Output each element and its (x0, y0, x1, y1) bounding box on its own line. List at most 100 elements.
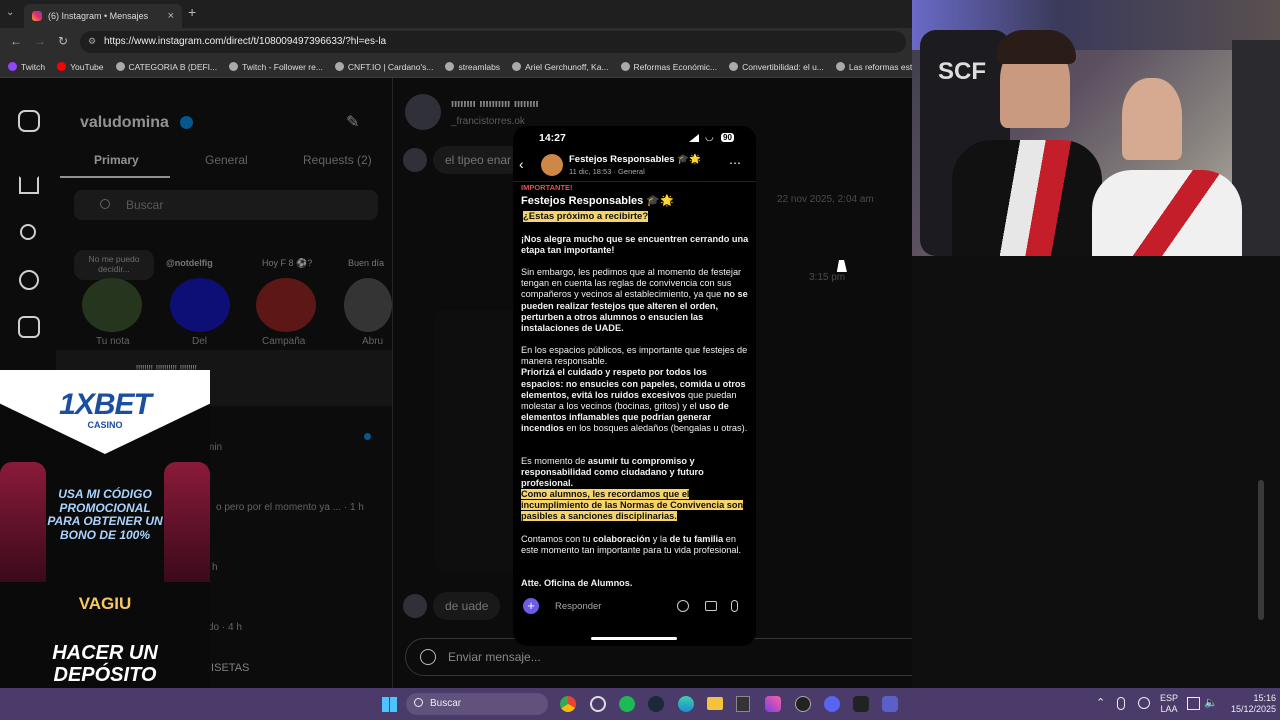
bookmark-favicon-icon (8, 62, 17, 71)
app-icon[interactable] (736, 696, 750, 712)
microphone-icon[interactable] (1117, 697, 1125, 710)
bookmark-item[interactable]: streamlabs (445, 62, 500, 72)
avatar (403, 148, 427, 172)
taskbar-search[interactable]: Buscar (406, 693, 548, 715)
language-indicator[interactable]: ESP LAA (1160, 693, 1178, 715)
tab-general[interactable]: General (205, 153, 248, 167)
note-label: Abru (362, 336, 384, 347)
meta-icon[interactable] (853, 696, 869, 712)
bookmark-favicon-icon (620, 62, 630, 71)
paragraph-3: En los espacios públicos, es importante … (521, 345, 748, 434)
account-name[interactable]: valudomina (80, 114, 169, 132)
chat-title[interactable]: ꞋꞋꞋꞋꞋꞋꞋꞋ ꞋꞋꞋꞋꞋꞋꞋꞋꞋꞋ ꞋꞋꞋꞋꞋꞋꞋꞋ (451, 98, 539, 113)
shared-image-thumbnail[interactable] (435, 310, 517, 572)
river-plate-jersey (1092, 170, 1242, 256)
edge-icon[interactable] (678, 696, 694, 712)
chat-subtitle: _francistorres.ok (451, 116, 525, 127)
instagram-favicon-icon (32, 11, 42, 21)
bookmark-favicon-icon (115, 62, 125, 71)
note-bubble: Buen día (348, 258, 385, 268)
ad-cta: HACER UN DEPÓSITO (52, 642, 158, 686)
windows-start-icon[interactable] (382, 697, 397, 712)
bookmark-item[interactable]: Convertibilidad: el u... (729, 62, 824, 72)
avatar[interactable] (256, 278, 316, 332)
app-icon[interactable] (765, 696, 781, 712)
scrollbar[interactable] (1258, 480, 1264, 620)
tab-primary[interactable]: Primary (94, 153, 139, 167)
wifi-icon: ◡ (705, 132, 714, 143)
reload-icon[interactable]: ↻ (58, 34, 68, 48)
steam-icon[interactable] (648, 696, 664, 712)
bookmark-label: CATEGORIA B (DEFI... (128, 61, 218, 72)
message-timestamp: 3:15 pm (809, 272, 846, 283)
bookmark-item[interactable]: Las reformas estruct... (835, 62, 912, 72)
avatar[interactable] (170, 278, 230, 332)
slot-machine-left (0, 462, 46, 582)
battery-indicator: 90 (721, 133, 734, 142)
post-heading: Festejos Responsables 🎓🌟 (521, 195, 674, 207)
bookmark-item[interactable]: Ariel Gerchunoff, Ka... (512, 62, 609, 72)
bookmark-item[interactable]: Reformas Económic... (620, 61, 718, 72)
bookmark-item[interactable]: Twitch (8, 62, 45, 72)
app-icon[interactable] (590, 696, 606, 712)
emoji-icon[interactable] (420, 649, 436, 665)
search-icon[interactable] (20, 224, 36, 240)
obs-icon[interactable] (795, 696, 811, 712)
tab-requests[interactable]: Requests (2) (303, 153, 372, 167)
clock[interactable]: 15:16 15/12/2025 (1224, 693, 1276, 715)
avatar[interactable] (82, 278, 142, 332)
paragraph-5: Como alumnos, les recordamos que el incu… (521, 489, 744, 522)
bookmark-label: streamlabs (458, 61, 501, 72)
bookmark-item[interactable]: Twitch - Follower re... (229, 62, 323, 72)
url-text: https://www.instagram.com/direct/t/10800… (104, 36, 387, 47)
ad-brand: 1XBET (59, 388, 152, 421)
bookmark-item[interactable]: CATEGORIA B (DEFI... (115, 61, 218, 72)
address-bar[interactable]: ⚙ https://www.instagram.com/direct/t/108… (80, 31, 906, 53)
bookmark-label: Reformas Económic... (633, 61, 718, 72)
compose-icon[interactable]: ✎ (346, 112, 359, 132)
back-icon[interactable]: ← (10, 34, 22, 48)
microphone-icon (731, 600, 738, 612)
ad-promo-text: USA MI CÓDIGO PROMOCIONAL PARA OBTENER U… (47, 487, 163, 542)
home-icon[interactable] (19, 176, 39, 194)
bookmark-item[interactable]: CNFT.IO | Cardano's... (334, 62, 433, 72)
reels-icon[interactable] (18, 316, 40, 338)
message-bubble[interactable]: el tipeo enar (433, 146, 524, 174)
discord-icon[interactable] (824, 696, 840, 712)
chrome-icon[interactable] (560, 696, 576, 712)
network-icon[interactable] (1187, 697, 1200, 710)
note-label: Campaña (262, 336, 306, 347)
avatar[interactable] (344, 278, 392, 332)
forward-icon[interactable]: → (34, 34, 46, 48)
note-label: Tu nota (96, 336, 130, 347)
search-input[interactable]: Buscar (74, 190, 378, 220)
teams-icon[interactable] (882, 696, 898, 712)
tray-chevron-icon[interactable]: ⌃ (1096, 696, 1105, 709)
phone-screenshot[interactable]: 14:27 ◡ 90 ‹ Festejos Responsables 🎓🌟 11… (513, 126, 756, 646)
bookmark-item[interactable]: YouTube (57, 62, 104, 72)
person-face (1122, 78, 1182, 160)
message-bubble[interactable]: de uade (433, 592, 501, 620)
browser-tab-instagram[interactable]: (6) Instagram • Mensajes × (24, 4, 182, 28)
reply-placeholder: Responder (555, 601, 602, 612)
avatar[interactable] (405, 94, 441, 130)
file-explorer-icon[interactable] (707, 697, 723, 710)
volume-icon[interactable]: 🔈 (1204, 696, 1218, 709)
signal-icon (689, 134, 699, 142)
group-name: Festejos Responsables 🎓🌟 (569, 154, 701, 165)
spotify-icon[interactable] (619, 696, 635, 712)
bookmark-favicon-icon (729, 62, 739, 71)
emoji-icon (677, 600, 689, 612)
site-info-icon[interactable]: ⚙ (88, 36, 96, 47)
tab-list-chevron-icon[interactable]: ⌄ (6, 7, 14, 18)
note-bubble: Hoy F 8 ⚽? (262, 258, 313, 268)
more-options-icon: ⋯ (729, 156, 741, 170)
search-icon (414, 698, 423, 707)
close-tab-icon[interactable]: × (168, 10, 174, 22)
new-tab-icon[interactable]: + (188, 4, 196, 20)
bookmark-favicon-icon (229, 62, 239, 71)
paragraph-1: ¡Nos alegra mucho que se encuentren cerr… (521, 234, 749, 256)
explore-icon[interactable] (19, 270, 39, 290)
tray-icon[interactable] (1138, 697, 1150, 709)
instagram-logo-icon[interactable] (18, 110, 40, 132)
